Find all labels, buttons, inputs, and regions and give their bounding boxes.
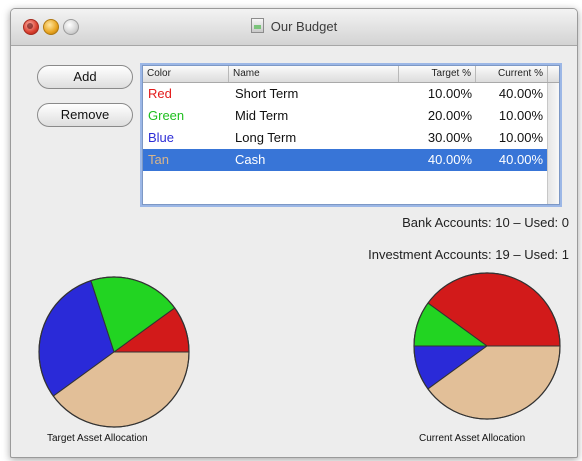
table-row[interactable]: Red Short Term 10.00% 40.00% bbox=[143, 83, 548, 105]
row-current-cell: 40.00% bbox=[498, 86, 543, 101]
column-header-name[interactable]: Name bbox=[229, 66, 399, 82]
row-target-cell: 40.00% bbox=[427, 152, 472, 167]
row-target-cell: 10.00% bbox=[427, 86, 472, 101]
table-row[interactable]: Blue Long Term 30.00% 10.00% bbox=[143, 127, 548, 149]
target-allocation-caption: Target Asset Allocation bbox=[47, 433, 148, 444]
row-color-cell: Green bbox=[148, 108, 185, 123]
row-name-cell: Short Term bbox=[235, 86, 299, 101]
table-header: Color Name Target % Current % bbox=[143, 66, 559, 83]
row-current-cell: 10.00% bbox=[498, 108, 543, 123]
document-icon bbox=[250, 18, 264, 33]
current-allocation-pie bbox=[413, 272, 561, 420]
investment-accounts-summary: Investment Accounts: 19 – Used: 1 bbox=[368, 247, 569, 262]
row-name-cell: Mid Term bbox=[235, 108, 289, 123]
row-target-cell: 20.00% bbox=[427, 108, 472, 123]
row-target-cell: 30.00% bbox=[427, 130, 472, 145]
row-name-cell: Long Term bbox=[235, 130, 297, 145]
target-allocation-pie bbox=[38, 276, 190, 428]
table-row-selected[interactable]: Tan Cash 40.00% 40.00% bbox=[143, 149, 548, 171]
row-color-cell: Tan bbox=[148, 152, 169, 167]
column-header-target[interactable]: Target % bbox=[399, 66, 476, 82]
row-color-cell: Blue bbox=[148, 130, 175, 145]
bank-accounts-summary: Bank Accounts: 10 – Used: 0 bbox=[402, 215, 569, 230]
row-color-cell: Red bbox=[148, 86, 172, 101]
current-allocation-caption: Current Asset Allocation bbox=[419, 433, 526, 444]
remove-button[interactable]: Remove bbox=[37, 103, 133, 127]
row-name-cell: Cash bbox=[235, 152, 266, 167]
title-bar[interactable]: Our Budget bbox=[11, 9, 577, 46]
add-button[interactable]: Add bbox=[37, 65, 133, 89]
table-row[interactable]: Green Mid Term 20.00% 10.00% bbox=[143, 105, 548, 127]
row-current-cell: 40.00% bbox=[498, 152, 543, 167]
row-current-cell: 10.00% bbox=[498, 130, 543, 145]
column-header-current[interactable]: Current % bbox=[476, 66, 548, 82]
window-title-text: Our Budget bbox=[270, 19, 338, 34]
window-title: Our Budget bbox=[11, 9, 577, 45]
allocation-table[interactable]: Color Name Target % Current % Red Short … bbox=[142, 65, 560, 205]
column-header-color[interactable]: Color bbox=[143, 66, 229, 82]
table-scrollbar[interactable] bbox=[547, 83, 559, 204]
budget-window: Our Budget Add Remove Color Name Target … bbox=[10, 8, 578, 458]
